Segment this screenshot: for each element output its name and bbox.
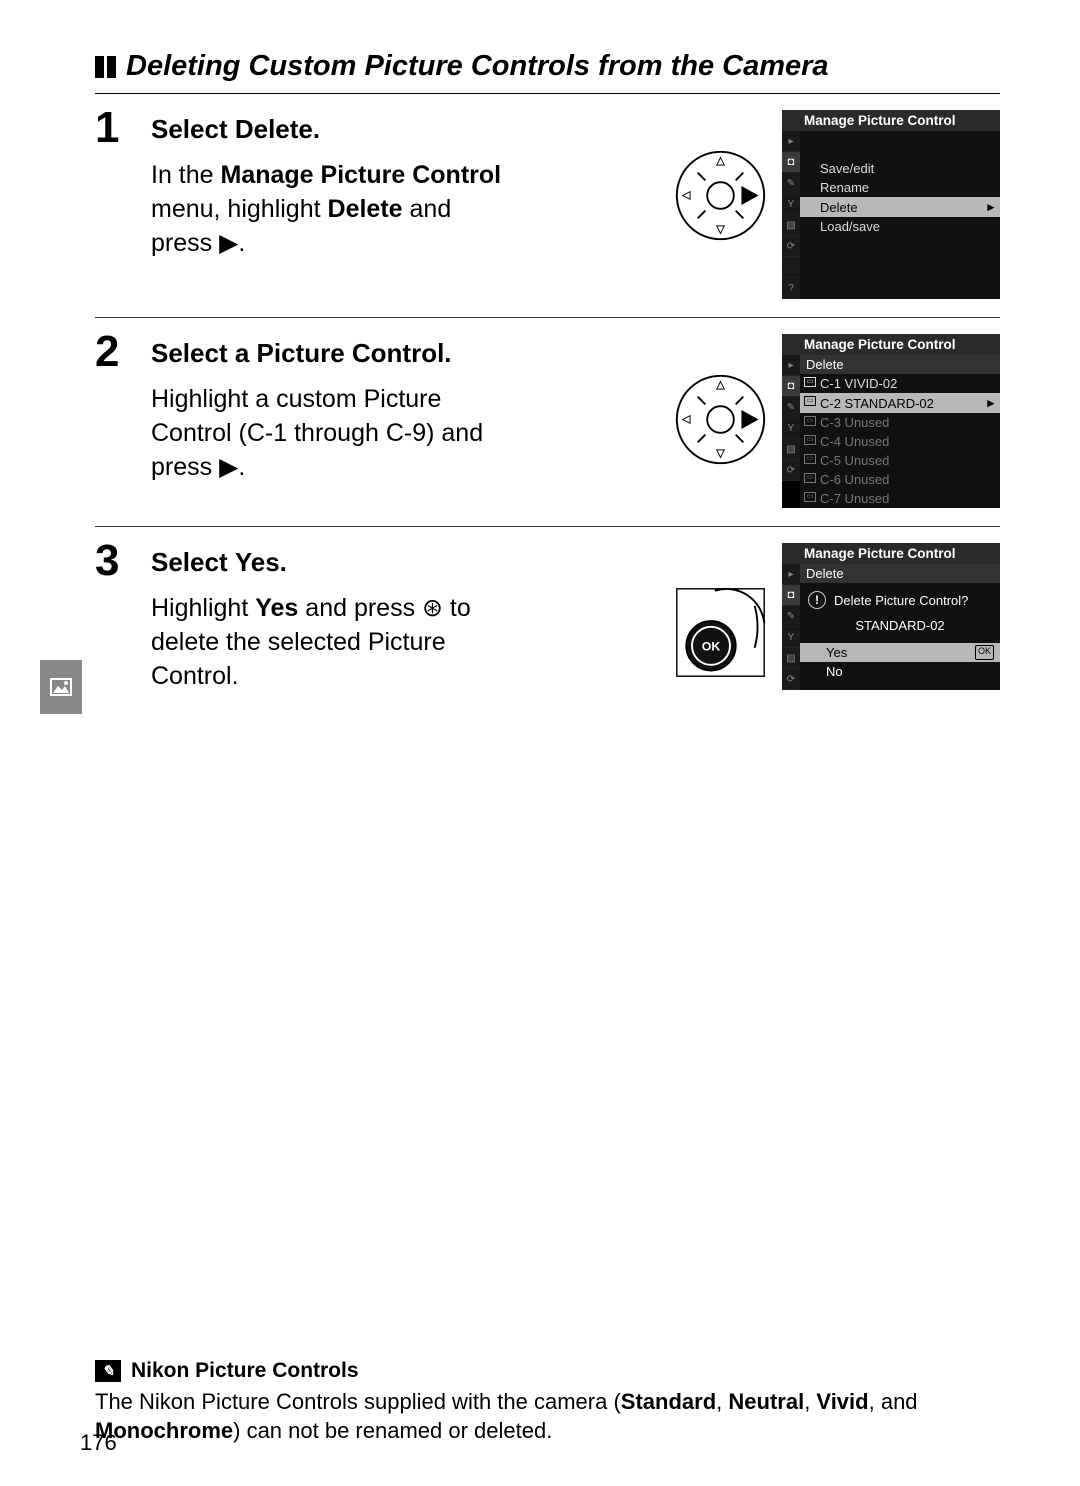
- svg-text:OK: OK: [702, 640, 721, 654]
- note-heading: ✎ Nikon Picture Controls: [95, 1359, 1000, 1383]
- pc-item: ▭C-7 Unused: [800, 489, 1000, 508]
- pc-item-selected: ▭C-2 STANDARD-02▸: [800, 393, 1000, 413]
- tab-picture-icon: ▧: [782, 215, 800, 236]
- tab-retouch-icon: Y: [782, 418, 800, 439]
- note-body: The Nikon Picture Controls supplied with…: [95, 1387, 1000, 1446]
- tab-camera-icon: ◘: [782, 376, 800, 397]
- tab-play-icon: ▸: [782, 355, 800, 376]
- arrow-right-icon: ▸: [987, 199, 994, 215]
- tab-pencil-icon: ✎: [782, 606, 800, 627]
- step-text: In the Manage Picture Control menu, high…: [151, 159, 511, 260]
- tab-camera-icon: ◘: [782, 585, 800, 606]
- section-title: Deleting Custom Picture Controls from th…: [95, 50, 1000, 83]
- ok-badge-icon: OK: [975, 645, 994, 660]
- arrow-right-icon: ▸: [987, 395, 994, 411]
- option-no: No: [800, 662, 1000, 681]
- camera-screen-1: Manage Picture Control ▸ ◘ ✎ Y ▧ ⟳ ?: [782, 110, 1000, 299]
- pc-item: ▭C-1 VIVID-02: [800, 374, 1000, 393]
- screen-title: Manage Picture Control: [782, 543, 1000, 564]
- step-heading: Select a Picture Control.: [151, 338, 657, 369]
- tab-camera-icon: ◘: [782, 152, 800, 173]
- step-text: Highlight Yes and press ⊛ to delete the …: [151, 592, 511, 693]
- step-number: 2: [95, 332, 135, 508]
- right-triangle-icon: ▶: [219, 227, 238, 261]
- ok-symbol-icon: ⊛: [422, 594, 443, 622]
- pc-item: ▭C-3 Unused: [800, 413, 1000, 432]
- ok-button-icon: OK: [673, 585, 768, 680]
- step-number: 3: [95, 541, 135, 693]
- multi-selector-icon: [673, 148, 768, 243]
- menu-tabs: ▸ ◘ ✎ Y ▧ ⟳ ?: [782, 131, 800, 299]
- menu-item: Load/save: [800, 217, 1000, 236]
- screen-title: Manage Picture Control: [782, 334, 1000, 355]
- pc-item: ▭C-4 Unused: [800, 432, 1000, 451]
- tab-play-icon: ▸: [782, 564, 800, 585]
- step-number: 1: [95, 108, 135, 299]
- step-text: Highlight a custom Picture Control (C-1 …: [151, 383, 511, 484]
- menu-tabs: ▸ ◘ ✎ Y ▧ ⟳: [782, 564, 800, 690]
- right-triangle-icon: ▶: [219, 451, 238, 485]
- tab-help-icon: ?: [782, 278, 800, 299]
- pencil-icon: ✎: [95, 1360, 121, 1382]
- menu-item: Rename: [800, 178, 1000, 197]
- camera-screen-2: Manage Picture Control ▸ ◘ ✎ Y ▧ ⟳ Delet…: [782, 334, 1000, 508]
- tab-recent-icon: ⟳: [782, 460, 800, 481]
- tab-recent-icon: ⟳: [782, 236, 800, 257]
- pc-item: ▭C-5 Unused: [800, 451, 1000, 470]
- footer-note: ✎ Nikon Picture Controls The Nikon Pictu…: [95, 879, 1000, 1446]
- tab-play-icon: ▸: [782, 131, 800, 152]
- multi-selector-icon: [673, 372, 768, 467]
- step-2: 2 Select a Picture Control. Highlight a …: [95, 326, 1000, 518]
- tab-retouch-icon: Y: [782, 194, 800, 215]
- step-divider: [95, 526, 1000, 527]
- tab-pencil-icon: ✎: [782, 173, 800, 194]
- tab-blank: [782, 257, 800, 278]
- rule: [95, 93, 1000, 94]
- title-text: Deleting Custom Picture Controls from th…: [126, 50, 829, 83]
- step-3: 3 Select Yes. Highlight Yes and press ⊛ …: [95, 535, 1000, 703]
- tab-pencil-icon: ✎: [782, 397, 800, 418]
- page-number: 176: [80, 1430, 117, 1456]
- option-yes: Yes OK: [800, 643, 1000, 662]
- title-bars-icon: [95, 56, 116, 78]
- tab-picture-icon: ▧: [782, 439, 800, 460]
- pc-item: ▭C-6 Unused: [800, 470, 1000, 489]
- screen-sub: Delete: [800, 355, 1000, 374]
- margin-tab-picture-icon: [40, 660, 82, 714]
- step-1: 1 Select Delete. In the Manage Picture C…: [95, 102, 1000, 309]
- tab-retouch-icon: Y: [782, 627, 800, 648]
- screen-title: Manage Picture Control: [782, 110, 1000, 131]
- step-heading: Select Yes.: [151, 547, 657, 578]
- step-heading: Select Delete.: [151, 114, 657, 145]
- warning-icon: !: [808, 591, 826, 609]
- confirm-target: STANDARD-02: [800, 612, 1000, 643]
- tab-recent-icon: ⟳: [782, 669, 800, 690]
- step-divider: [95, 317, 1000, 318]
- camera-screen-3: Manage Picture Control ▸ ◘ ✎ Y ▧ ⟳ Delet…: [782, 543, 1000, 690]
- menu-item: Save/edit: [800, 159, 1000, 178]
- menu-item-selected: Delete▸: [800, 197, 1000, 217]
- confirm-prompt: ! Delete Picture Control?: [800, 583, 1000, 612]
- screen-sub: Delete: [800, 564, 1000, 583]
- menu-tabs: ▸ ◘ ✎ Y ▧ ⟳: [782, 355, 800, 508]
- tab-picture-icon: ▧: [782, 648, 800, 669]
